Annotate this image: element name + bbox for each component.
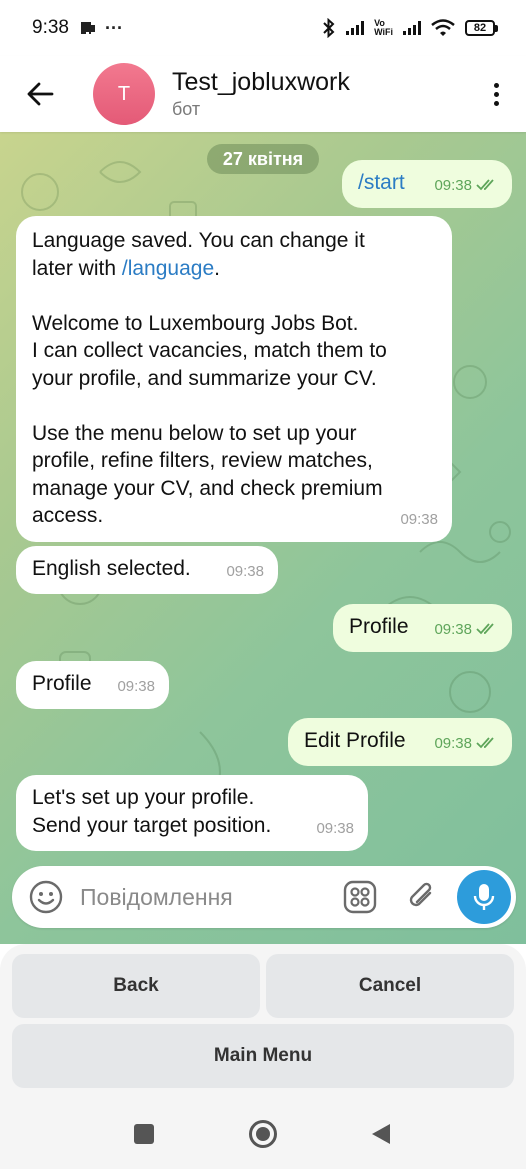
nav-square-icon[interactable] (133, 1123, 155, 1145)
message-time: 09:38 (226, 562, 264, 580)
bot-reply-keyboard: Back Cancel Main Menu (0, 944, 526, 1100)
message-line: Welcome to Luxembourg Jobs Bot. (32, 311, 359, 335)
double-check-icon (476, 737, 494, 749)
device-icon (80, 22, 95, 35)
message-composer (12, 866, 516, 928)
battery-icon: 82 (465, 20, 498, 36)
message-outgoing[interactable]: /start 09:38 (342, 160, 512, 208)
avatar[interactable]: T (93, 63, 155, 125)
language-command-link[interactable]: /language (122, 257, 214, 280)
message-text: English selected. (32, 557, 191, 580)
message-time: 09:38 (434, 620, 472, 638)
message-incoming[interactable]: Language saved. You can change it later … (16, 216, 452, 542)
message-line: manage your CV, and check premium (32, 476, 383, 500)
sticker-icon[interactable] (342, 879, 378, 915)
message-text[interactable]: /start (358, 171, 405, 194)
message-line: profile, refine filters, review matches, (32, 449, 373, 472)
double-check-icon (476, 179, 494, 191)
chat-area[interactable]: 27 квітня /start 09:38 Language saved. Y… (0, 132, 526, 944)
emoji-icon[interactable] (28, 879, 64, 915)
mic-icon[interactable] (457, 870, 511, 924)
message-time: 09:38 (316, 819, 354, 837)
message-text: Profile (32, 672, 92, 695)
bluetooth-icon (323, 18, 335, 38)
double-check-icon (476, 623, 494, 635)
message-incoming[interactable]: Profile 09:38 (16, 661, 169, 709)
message-line: Language saved. You can change it (32, 229, 365, 252)
message-line: Use the menu below to set up your (32, 421, 357, 445)
chat-title-block[interactable]: Test_jobluxwork бот (172, 68, 350, 120)
chat-header: T Test_jobluxwork бот (0, 56, 526, 132)
message-input[interactable] (80, 883, 330, 911)
message-line: Send your target position. (32, 813, 272, 837)
message-time: 09:38 (434, 734, 472, 752)
back-button[interactable]: Back (12, 954, 260, 1018)
message-line: access. (32, 504, 104, 527)
message-time: 09:38 (400, 510, 438, 528)
system-nav-bar (0, 1100, 526, 1169)
attach-icon[interactable] (406, 879, 438, 915)
message-line: Let's set up your profile. (32, 786, 255, 809)
status-bar: 9:38 ··· Vo WiFi 82 (0, 0, 526, 56)
message-line: your profile, and summarize your CV. (32, 366, 377, 390)
message-line: later with /language. (32, 256, 220, 280)
cancel-button[interactable]: Cancel (266, 954, 514, 1018)
message-line: I can collect vacancies, match them to (32, 339, 387, 362)
date-separator: 27 квітня (207, 144, 319, 174)
message-time: 09:38 (434, 176, 472, 194)
status-time: 9:38 (32, 17, 69, 38)
wifi-icon (431, 19, 455, 36)
message-outgoing[interactable]: Profile 09:38 (333, 604, 512, 652)
chat-title: Test_jobluxwork (172, 68, 350, 96)
main-menu-button[interactable]: Main Menu (12, 1024, 514, 1088)
message-incoming[interactable]: Let's set up your profile. Send your tar… (16, 775, 368, 851)
more-vert-icon[interactable] (466, 56, 526, 132)
message-incoming[interactable]: English selected. 09:38 (16, 546, 278, 594)
chat-subtitle: бот (172, 99, 201, 119)
back-arrow-icon[interactable] (0, 56, 80, 132)
nav-home-icon[interactable] (248, 1119, 278, 1149)
message-text: Profile (349, 615, 409, 638)
message-time: 09:38 (117, 677, 155, 695)
nav-back-icon[interactable] (370, 1123, 392, 1145)
message-outgoing[interactable]: Edit Profile 09:38 (288, 718, 512, 766)
vowifi-label: Vo WiFi (374, 18, 393, 37)
signal-icon (346, 21, 365, 35)
message-text: Edit Profile (304, 729, 406, 752)
status-dots: ··· (104, 17, 123, 38)
signal-icon-2 (403, 21, 421, 35)
